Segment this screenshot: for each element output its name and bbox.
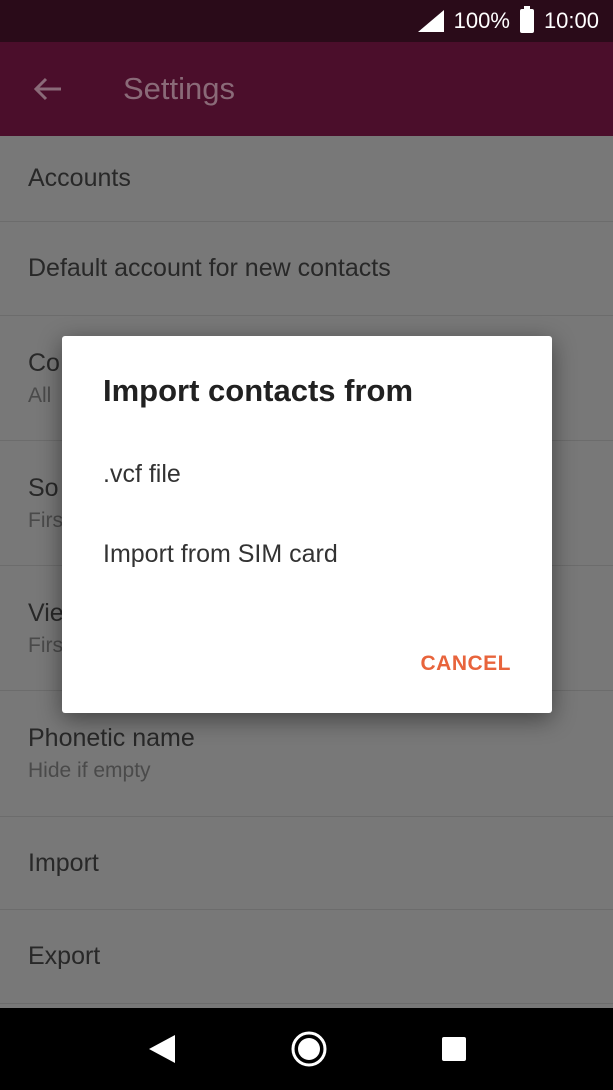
list-item-label: Phonetic name: [28, 724, 195, 752]
back-arrow-icon: [33, 77, 61, 101]
battery-icon: [519, 6, 534, 33]
list-item-label: Export: [28, 942, 101, 970]
nav-home-icon[interactable]: [290, 1030, 328, 1068]
list-item-import[interactable]: Import: [0, 817, 613, 910]
nav-recents-icon[interactable]: [441, 1036, 467, 1062]
list-item-label: Default account for new contacts: [28, 254, 391, 282]
app-bar: Settings: [0, 42, 613, 136]
nav-back-icon[interactable]: [147, 1033, 177, 1065]
page-title: Settings: [123, 71, 236, 106]
clock: 10:00: [543, 8, 599, 33]
cancel-button[interactable]: CANCEL: [421, 652, 512, 676]
back-button[interactable]: [0, 42, 96, 136]
battery-percentage: 100%: [453, 8, 510, 33]
status-bar: 100% 10:00: [0, 0, 613, 42]
option-vcf-file[interactable]: .vcf file: [103, 460, 181, 489]
option-import-sim[interactable]: Import from SIM card: [103, 540, 338, 569]
list-item-accounts[interactable]: Accounts: [0, 136, 613, 222]
dialog-title: Import contacts from: [103, 373, 414, 408]
navigation-bar: [0, 1008, 613, 1090]
list-item-value: Hide if empty: [28, 759, 151, 782]
signal-icon: [417, 10, 444, 32]
list-item-label: Import: [28, 848, 99, 877]
list-item-default-account[interactable]: Default account for new contacts: [0, 222, 613, 316]
list-item-label: Accounts: [28, 164, 131, 192]
list-item-export[interactable]: Export: [0, 910, 613, 1004]
import-contacts-dialog: Import contacts from .vcf file Import fr…: [62, 336, 552, 713]
